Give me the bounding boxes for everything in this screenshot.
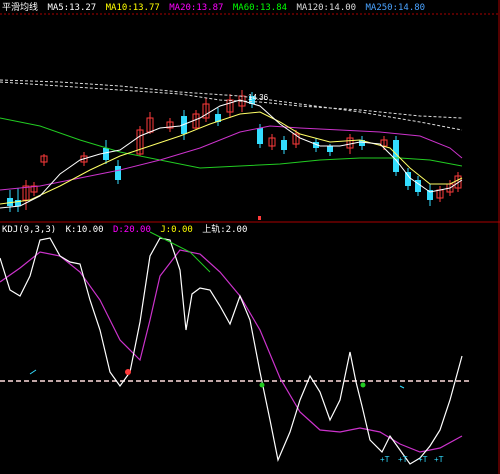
tick-mark (399, 385, 405, 389)
candle (22, 180, 30, 210)
ma250-line (0, 79, 463, 131)
k-value: K:10.00 (65, 225, 104, 235)
upper-rail-value: 上轨:2.00 (202, 225, 248, 235)
candle (115, 160, 121, 184)
ma5-line (0, 99, 463, 209)
ma120-value: MA120:14.00 (296, 3, 357, 13)
chart-area[interactable]: 14.36 +T +T +T +T (0, 0, 500, 474)
candle (215, 108, 221, 126)
kdj-title[interactable]: KDJ(9,3,3) (2, 225, 56, 235)
k-line (0, 237, 463, 465)
ma250-value: MA250:14.80 (365, 3, 426, 13)
small-marker (258, 216, 261, 220)
top-legend: 平滑均线 MA5:13.27 MA10:13.77 MA20:13.87 MA6… (2, 2, 498, 14)
t-marker: +T (380, 455, 390, 464)
j-value: J:0.00 (160, 225, 193, 235)
ma60-value: MA60:13.84 (232, 3, 288, 13)
signal-dot (360, 382, 366, 388)
ma10-value: MA10:13.77 (105, 3, 160, 13)
candle (30, 182, 38, 196)
t-marker: +T (398, 455, 408, 464)
t-marker: +T (418, 455, 428, 464)
ma20-value: MA20:13.87 (169, 3, 224, 13)
ma5-value: MA5:13.27 (47, 3, 97, 13)
candle (281, 136, 287, 154)
candle (15, 188, 21, 212)
candle (166, 118, 174, 132)
signal-dot (259, 382, 265, 388)
candle (415, 176, 421, 196)
candle (405, 168, 411, 190)
candle (7, 190, 13, 212)
indicator-name[interactable]: 平滑均线 (2, 3, 38, 13)
d-value: D:20.00 (112, 225, 151, 235)
d-line (0, 249, 463, 453)
ma60-line (0, 117, 463, 169)
candle (226, 94, 234, 118)
bottom-legend: KDJ(9,3,3) K:10.00 D:20.00 J:0.00 上轨:2.0… (2, 224, 498, 236)
candle (359, 136, 365, 150)
tick-mark (29, 369, 37, 375)
signal-dot (125, 369, 131, 375)
candle (202, 98, 210, 122)
t-marker: +T (434, 455, 444, 464)
candle (268, 134, 276, 150)
candle (136, 126, 144, 156)
candle (454, 172, 462, 192)
candle (427, 184, 433, 206)
candle (436, 186, 444, 202)
j-line (149, 231, 211, 273)
candle (40, 154, 48, 166)
price-tag: 14.36 (248, 93, 269, 102)
